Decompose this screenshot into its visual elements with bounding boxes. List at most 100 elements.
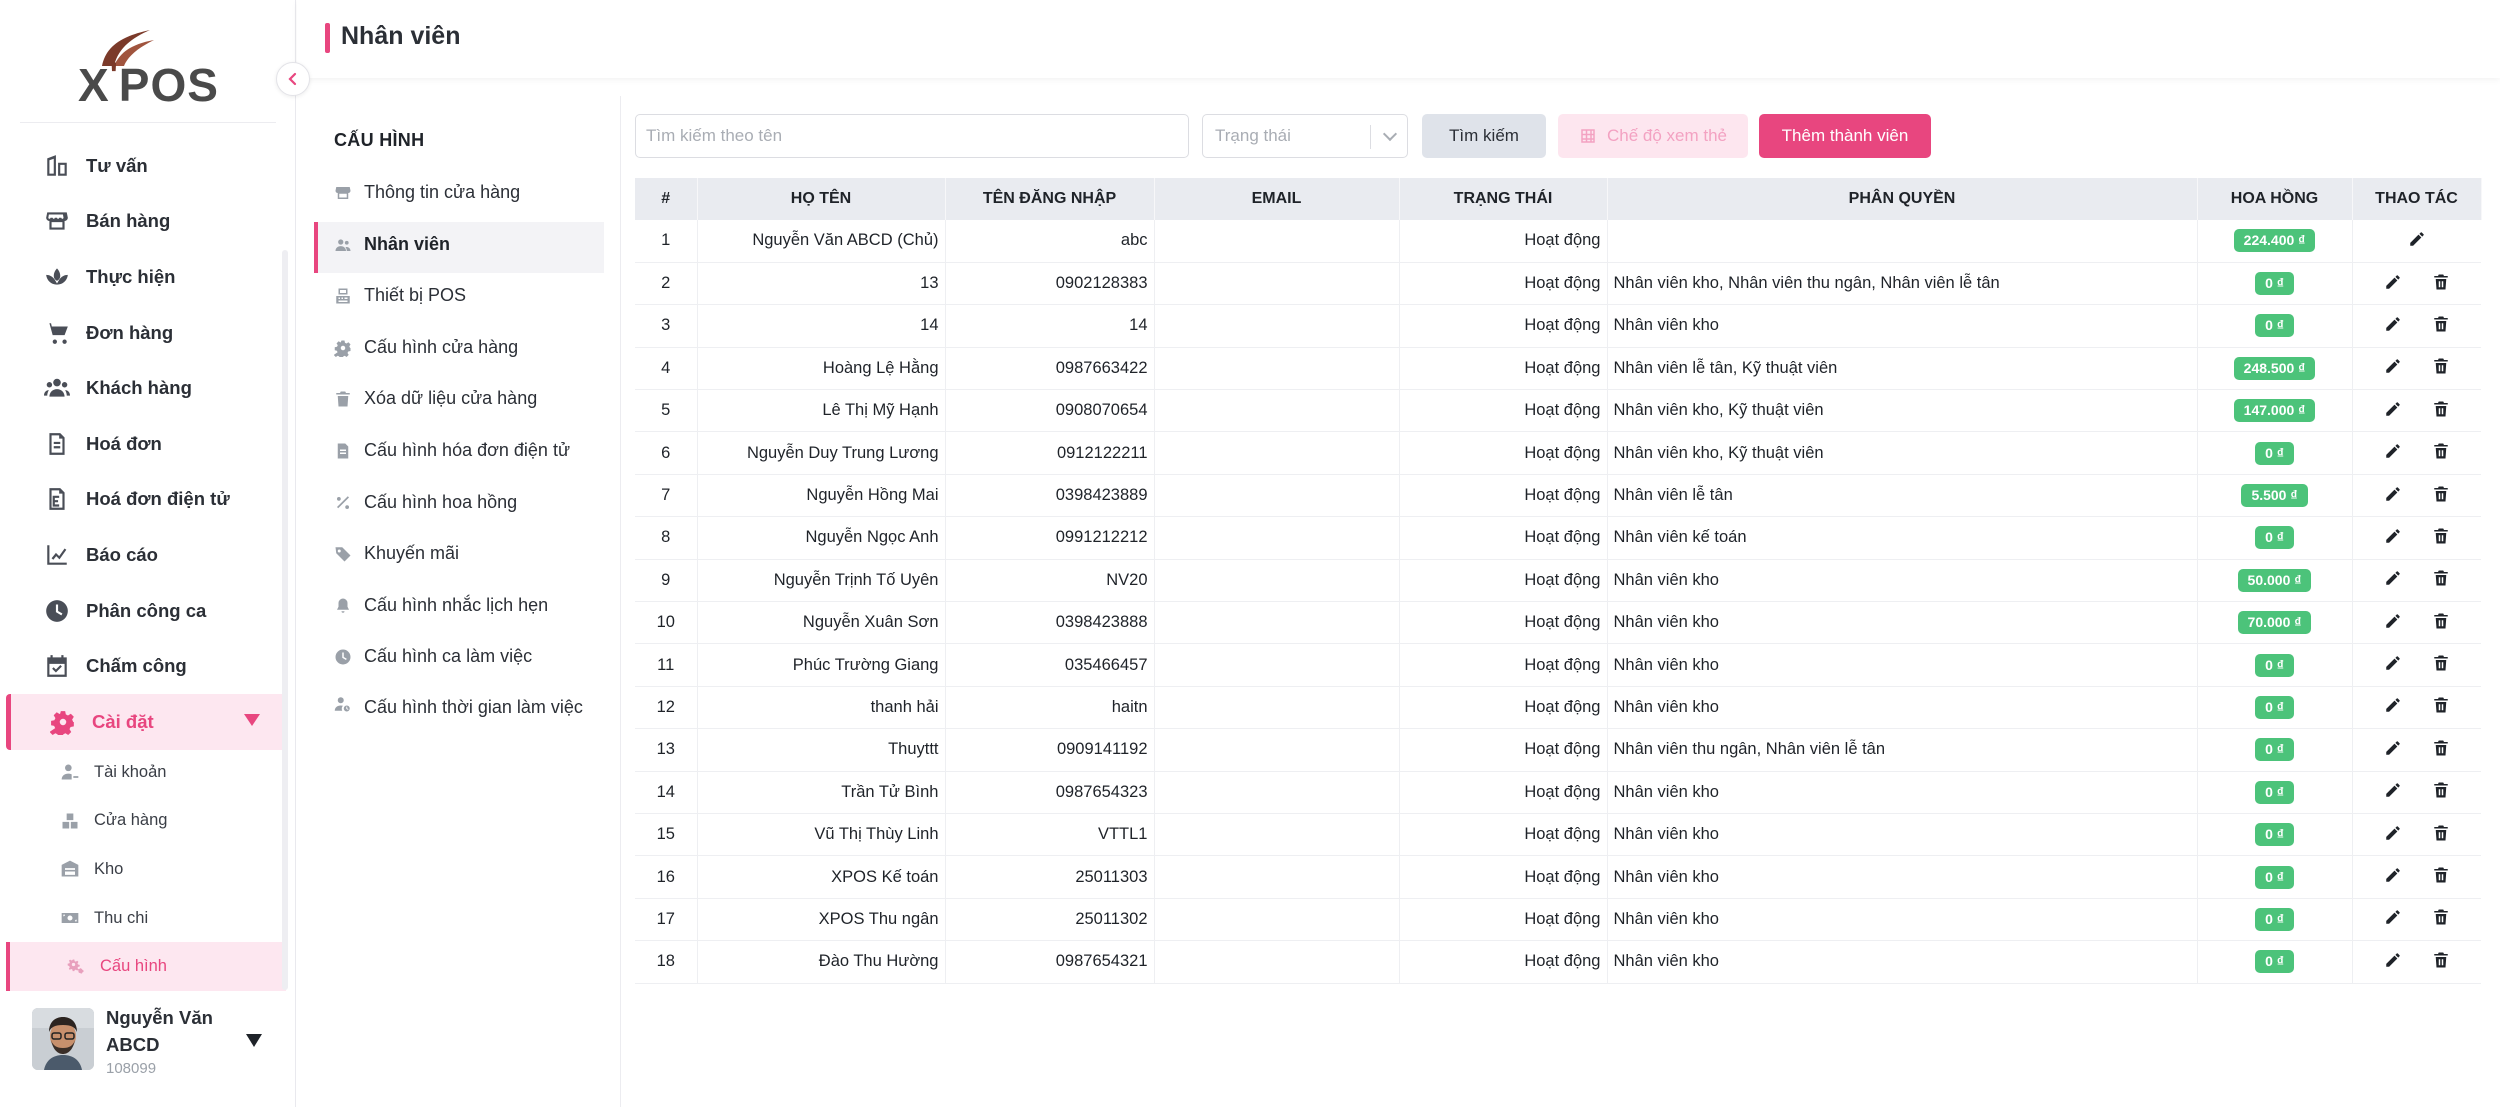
search-input[interactable] [635, 114, 1189, 158]
cell-name: Nguyễn Văn ABCD (Chủ) [697, 220, 946, 263]
table-row[interactable]: 6 Nguyễn Duy Trung Lương 0912122211 Hoạt… [635, 431, 2481, 475]
edit-icon[interactable] [2383, 526, 2403, 546]
sidebar-item-e-invoices[interactable]: Hoá đơn điện tử [0, 472, 296, 528]
config-item-store-info[interactable]: Thông tin cửa hàng [314, 170, 604, 222]
table-row[interactable]: 16 XPOS Kế toán 25011303 Hoạt động Nhân … [635, 855, 2481, 899]
table-row[interactable]: 7 Nguyễn Hồng Mai 0398423889 Hoạt động N… [635, 474, 2481, 518]
card-view-button[interactable]: Chế độ xem thẻ [1558, 114, 1748, 158]
config-item-appointment-reminder[interactable]: Cấu hình nhắc lịch hẹn [314, 583, 604, 635]
brand-logo[interactable]: X'POS [78, 28, 228, 111]
column-header-status[interactable]: TRẠNG THÁI [1399, 178, 1608, 220]
edit-icon[interactable] [2383, 484, 2403, 504]
edit-icon[interactable] [2383, 865, 2403, 885]
config-item-promotions[interactable]: Khuyến mãi [314, 531, 604, 583]
add-member-button[interactable]: Thêm thành viên [1759, 114, 1931, 158]
sidebar-item-shifts[interactable]: Phân công ca [0, 583, 296, 639]
sidebar-item-customers[interactable]: Khách hàng [0, 360, 296, 416]
delete-icon[interactable] [2431, 950, 2451, 970]
table-row[interactable]: 9 Nguyễn Trịnh Tố Uyên NV20 Hoạt động Nh… [635, 559, 2481, 603]
column-header-commission[interactable]: HOA HỒNG [2197, 178, 2353, 220]
delete-icon[interactable] [2431, 823, 2451, 843]
sidebar-scrollbar[interactable] [282, 250, 288, 990]
sidebar-subitem-income-expense[interactable]: Thu chi [0, 894, 296, 943]
edit-icon[interactable] [2383, 907, 2403, 927]
sidebar-subitem-warehouse[interactable]: Kho [0, 845, 296, 894]
delete-icon[interactable] [2431, 399, 2451, 419]
status-select[interactable]: Trạng thái [1202, 114, 1408, 158]
collapse-sidebar-button[interactable] [276, 62, 310, 96]
edit-icon[interactable] [2383, 568, 2403, 588]
sidebar-subitem-shop[interactable]: Cửa hàng [0, 797, 296, 846]
search-button[interactable]: Tìm kiếm [1422, 114, 1546, 158]
edit-icon[interactable] [2383, 823, 2403, 843]
caret-down-icon[interactable] [246, 1034, 262, 1047]
config-item-work-shift[interactable]: Cấu hình ca làm việc [314, 634, 604, 686]
edit-icon[interactable] [2407, 229, 2427, 249]
table-row[interactable]: 14 Trần Tử Bình 0987654323 Hoạt động Nhâ… [635, 771, 2481, 814]
table-row[interactable]: 10 Nguyễn Xuân Sơn 0398423888 Hoạt động … [635, 601, 2481, 645]
table-row[interactable]: 12 thanh hải haitn Hoạt động Nhân viên k… [635, 686, 2481, 730]
delete-icon[interactable] [2431, 314, 2451, 334]
edit-icon[interactable] [2383, 441, 2403, 461]
tag-icon [334, 545, 352, 563]
delete-icon[interactable] [2431, 484, 2451, 504]
sidebar-item-orders[interactable]: Đơn hàng [0, 305, 296, 361]
delete-icon[interactable] [2431, 568, 2451, 588]
table-row[interactable]: 18 Đào Thu Hường 0987654321 Hoạt động Nh… [635, 940, 2481, 984]
table-row[interactable]: 2 13 0902128383 Hoạt động Nhân viên kho,… [635, 262, 2481, 306]
sidebar-item-timekeeping[interactable]: Chấm công [0, 638, 296, 694]
table-row[interactable]: 11 Phúc Trường Giang 035466457 Hoạt động… [635, 643, 2481, 687]
delete-icon[interactable] [2431, 695, 2451, 715]
config-item-delete-data[interactable]: Xóa dữ liệu cửa hàng [314, 376, 604, 428]
column-header-index[interactable]: # [635, 178, 698, 220]
delete-icon[interactable] [2431, 272, 2451, 292]
sidebar-subitem-config[interactable]: Cấu hình [6, 942, 286, 991]
table-row[interactable]: 1 Nguyễn Văn ABCD (Chủ) abc Hoạt động 22… [635, 220, 2481, 263]
edit-icon[interactable] [2383, 653, 2403, 673]
delete-icon[interactable] [2431, 780, 2451, 800]
table-row[interactable]: 4 Hoàng Lệ Hằng 0987663422 Hoạt động Nhâ… [635, 347, 2481, 391]
config-item-pos-device[interactable]: Thiết bị POS [314, 273, 604, 325]
user-profile[interactable]: Nguyễn Văn ABCD 108099 [30, 1004, 280, 1084]
delete-icon[interactable] [2431, 653, 2451, 673]
sidebar-item-reports[interactable]: Báo cáo [0, 527, 296, 583]
delete-icon[interactable] [2431, 526, 2451, 546]
delete-icon[interactable] [2431, 611, 2451, 631]
delete-icon[interactable] [2431, 907, 2451, 927]
delete-icon[interactable] [2431, 441, 2451, 461]
edit-icon[interactable] [2383, 272, 2403, 292]
table-row[interactable]: 8 Nguyễn Ngọc Anh 0991212212 Hoạt động N… [635, 516, 2481, 560]
delete-icon[interactable] [2431, 865, 2451, 885]
column-header-name[interactable]: HỌ TÊN [697, 178, 946, 220]
edit-icon[interactable] [2383, 611, 2403, 631]
delete-icon[interactable] [2431, 356, 2451, 376]
sidebar-item-invoices[interactable]: Hoá đơn [0, 416, 296, 472]
delete-icon[interactable] [2431, 738, 2451, 758]
edit-icon[interactable] [2383, 695, 2403, 715]
sidebar-item-consult[interactable]: Tư vấn [0, 138, 296, 194]
config-item-store-settings[interactable]: Cấu hình cửa hàng [314, 325, 604, 377]
table-row[interactable]: 15 Vũ Thị Thùy Linh VTTL1 Hoạt động Nhân… [635, 813, 2481, 857]
config-item-commission[interactable]: Cấu hình hoa hồng [314, 480, 604, 532]
config-item-work-time[interactable]: Cấu hình thời gian làm việc [314, 686, 604, 738]
sidebar-item-sales[interactable]: Bán hàng [0, 194, 296, 250]
column-header-email[interactable]: EMAIL [1154, 178, 1400, 220]
edit-icon[interactable] [2383, 950, 2403, 970]
edit-icon[interactable] [2383, 738, 2403, 758]
edit-icon[interactable] [2383, 314, 2403, 334]
table-row[interactable]: 3 14 14 Hoạt động Nhân viên kho 0 ₫ [635, 304, 2481, 348]
sidebar-item-settings[interactable]: Cài đặt [6, 693, 286, 750]
table-row[interactable]: 5 Lê Thị Mỹ Hạnh 0908070654 Hoạt động Nh… [635, 389, 2481, 433]
edit-icon[interactable] [2383, 356, 2403, 376]
column-header-role[interactable]: PHÂN QUYỀN [1607, 178, 2198, 220]
edit-icon[interactable] [2383, 780, 2403, 800]
config-item-staff[interactable]: Nhân viên [314, 221, 604, 274]
caret-down-icon[interactable] [244, 713, 260, 726]
table-row[interactable]: 17 XPOS Thu ngân 25011302 Hoạt động Nhân… [635, 898, 2481, 942]
config-item-e-invoice[interactable]: Cấu hình hóa đơn điện tử [314, 428, 604, 480]
sidebar-item-perform[interactable]: Thực hiện [0, 249, 296, 305]
edit-icon[interactable] [2383, 399, 2403, 419]
table-row[interactable]: 13 Thuyttt 0909141192 Hoạt động Nhân viê… [635, 728, 2481, 772]
column-header-username[interactable]: TÊN ĐĂNG NHẬP [945, 178, 1155, 220]
sidebar-subitem-account[interactable]: Tài khoản [0, 748, 296, 797]
